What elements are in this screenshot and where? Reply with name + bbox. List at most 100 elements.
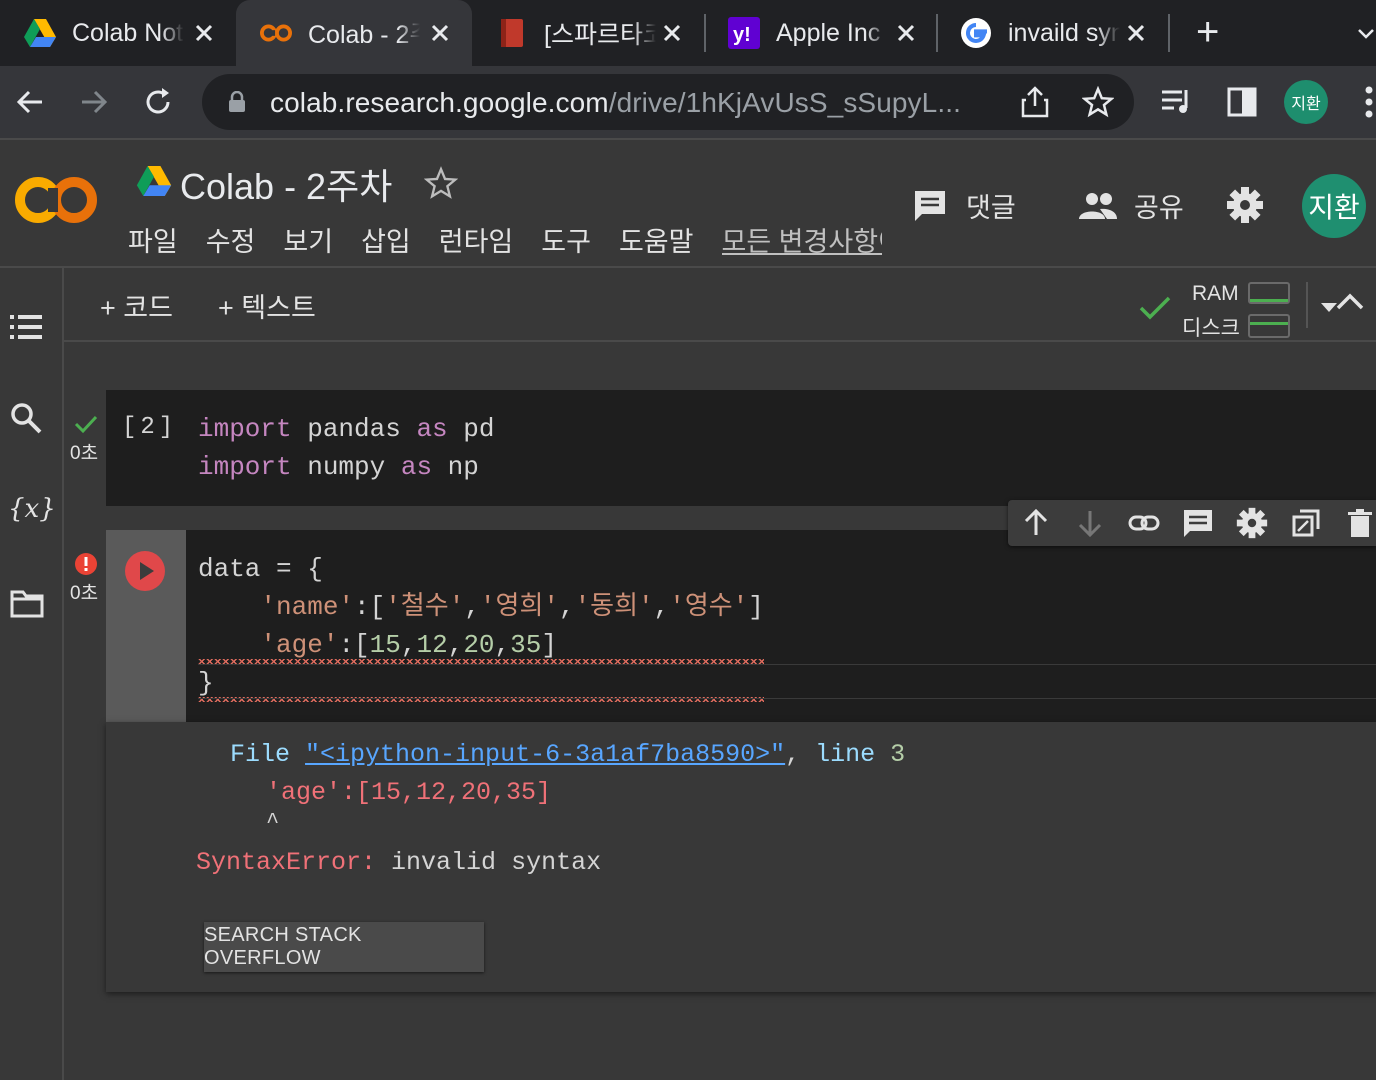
menu-insert[interactable]: 삽입 [361,220,411,259]
code-token: , [400,630,417,660]
code-line: data = { [198,550,764,588]
code-token: 12 [416,630,448,660]
settings-gear-icon[interactable] [1226,186,1264,224]
more-vert-icon[interactable] [1364,84,1374,120]
comment-label: 댓글 [966,193,1016,223]
folder-icon[interactable] [10,590,44,618]
error-message: SyntaxError: invalid syntax [196,848,601,877]
connected-check-icon [1139,296,1171,320]
comment-icon[interactable] [1182,507,1214,539]
tab-title: Colab - 2주차 [308,21,420,49]
code-token: as [400,452,433,482]
chevron-down-icon[interactable] [1356,24,1376,44]
add-code-button[interactable]: + 코드 [100,286,173,325]
close-icon[interactable] [1122,19,1150,47]
google-drive-icon[interactable] [136,166,172,196]
forward-arrow-icon[interactable] [78,86,110,118]
google-icon [960,17,992,49]
code-token: , [494,630,511,660]
profile-avatar[interactable]: 지환 [1284,80,1328,124]
reload-icon[interactable] [142,86,174,118]
share-label: 공유 [1134,193,1184,223]
active-line-border [198,664,1376,665]
book-icon [496,17,528,49]
tab-apple-inc[interactable]: y! Apple Inc [704,0,938,66]
svg-text:y!: y! [733,24,751,46]
comment-icon [915,190,945,221]
cell-settings-icon[interactable] [1236,507,1268,539]
close-icon[interactable] [892,19,920,47]
cell-toolbar [1008,500,1376,546]
cell2-code-editor[interactable]: data = { 'name':['철수','영희','동희','영수'] 'a… [198,550,764,702]
close-icon[interactable] [190,19,218,47]
code-token: { [307,554,323,584]
search-stack-overflow-button[interactable]: SEARCH STACK OVERFLOW [204,922,484,972]
tab-invalid-syntax[interactable]: invaild syntax [936,0,1168,66]
bookmark-star-icon[interactable] [1082,86,1114,118]
move-up-icon[interactable] [1020,507,1052,539]
url-text[interactable]: colab.research.google.com/drive/1hKjAvUs… [270,87,961,119]
cell1-code-editor[interactable]: import pandas as pd import numpy as np [198,410,494,486]
mirror-cell-icon[interactable] [1290,507,1322,539]
menu-help[interactable]: 도움말 [619,220,694,259]
new-tab-button[interactable]: + [1196,12,1219,52]
menu-file[interactable]: 파일 [128,220,178,259]
tab-colab-active[interactable]: Colab - 2주차 [236,0,472,66]
error-text: invalid syntax [391,848,602,877]
close-icon[interactable] [426,19,454,47]
chevron-up-icon[interactable] [1336,292,1364,310]
code-token: data = [198,554,308,584]
delete-trash-icon[interactable] [1344,507,1376,539]
code-token: ] [541,630,557,660]
all-changes-saved-link[interactable]: 모든 변경사항이 저장됨 [722,220,882,259]
colab-icon [260,17,292,49]
code-token: 'age' [260,630,339,660]
code-token: numpy [291,452,401,482]
run-cell-button[interactable] [124,550,166,592]
code-token: pandas [291,414,417,444]
notebook-title[interactable]: Colab - 2주차 [180,158,392,210]
active-line-border [198,698,1376,699]
user-avatar[interactable]: 지환 [1302,174,1366,238]
file-label: File [230,740,291,769]
code-token: '영희' [479,592,559,622]
people-icon [1079,192,1117,219]
code-cell-1[interactable]: [2] import pandas as pd import numpy as n… [106,390,1376,506]
colab-logo-icon[interactable] [14,174,98,226]
cell2-gutter [106,530,186,722]
menu-runtime[interactable]: 런타임 [439,220,514,259]
variables-icon[interactable]: {𝑥} [8,494,56,524]
menu-view[interactable]: 보기 [283,220,333,259]
code-token: 15 [369,630,401,660]
tab-sparta[interactable]: [스파르타코딩클럽] [472,0,704,66]
traceback-file-link[interactable]: "<ipython-input-6-3a1af7ba8590>" [305,740,785,769]
lock-icon[interactable] [228,91,246,113]
code-token: '철수' [385,592,465,622]
close-icon[interactable] [658,19,686,47]
share-button[interactable]: 공유 [1078,186,1184,225]
star-icon[interactable] [424,166,458,200]
comment-button[interactable]: 댓글 [912,186,1016,225]
code-cell-2[interactable]: data = { 'name':['철수','영희','동희','영수'] 'a… [106,530,1376,722]
media-queue-icon[interactable] [1160,88,1194,116]
tab-separator [1168,14,1170,52]
link-icon[interactable] [1128,507,1160,539]
yahoo-icon: y! [728,17,760,49]
code-token: '영수' [669,592,749,622]
share-page-icon[interactable] [1020,86,1050,118]
menu-tools[interactable]: 도구 [541,220,591,259]
move-down-icon[interactable] [1074,507,1106,539]
disk-label: 디스크 [1182,317,1240,340]
search-icon[interactable] [10,402,42,434]
address-bar[interactable]: colab.research.google.com/drive/1hKjAvUs… [202,74,1134,130]
add-text-button[interactable]: + 텍스트 [218,286,316,325]
code-token: , [653,592,670,622]
browser-toolbar: colab.research.google.com/drive/1hKjAvUs… [0,66,1376,138]
menu-edit[interactable]: 수정 [206,220,256,259]
tab-colab-notebooks[interactable]: Colab Notebooks [0,0,236,66]
back-arrow-icon[interactable] [14,86,46,118]
table-of-contents-icon[interactable] [10,314,44,340]
traceback-code-line: 'age':[15,12,20,35] [266,778,552,807]
side-panel-icon[interactable] [1226,86,1258,118]
cell2-output: File "<ipython-input-6-3a1af7ba8590>", l… [106,722,1376,992]
